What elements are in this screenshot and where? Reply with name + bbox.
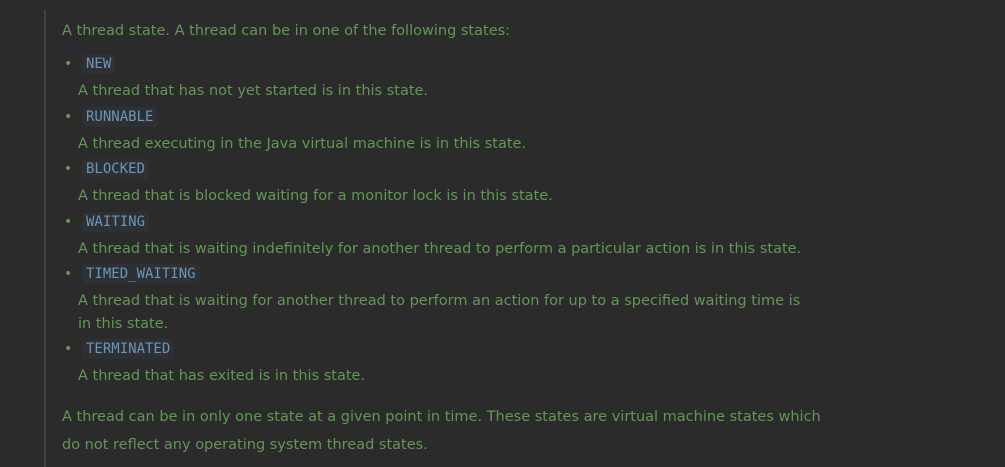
state-description: A thread that is waiting for another thr… [78,293,801,332]
bullet-icon: • [64,56,73,72]
state-name[interactable]: NEW [82,54,116,74]
bullet-icon: • [64,161,73,177]
outro-text: A thread can be in only one state at a g… [62,409,821,453]
state-name[interactable]: TERMINATED [82,339,175,359]
state-description: A thread executing in the Java virtual m… [78,136,527,152]
state-description: A thread that is blocked waiting for a m… [78,188,553,204]
bullet-icon: • [64,109,73,125]
intro-text: A thread state. A thread can be in one o… [62,23,511,39]
state-description: A thread that has exited is in this stat… [78,368,366,384]
state-name[interactable]: WAITING [82,212,150,232]
state-name[interactable]: BLOCKED [82,159,150,179]
bullet-icon: • [64,214,73,230]
state-description: A thread that has not yet started is in … [78,83,429,99]
bullet-icon: • [64,341,73,357]
documentation-popup: A thread state. A thread can be in one o… [44,10,844,467]
state-name[interactable]: TIMED_WAITING [82,264,200,284]
bullet-icon: • [64,266,73,282]
state-name[interactable]: RUNNABLE [82,107,158,127]
state-description: A thread that is waiting indefinitely fo… [78,241,802,257]
